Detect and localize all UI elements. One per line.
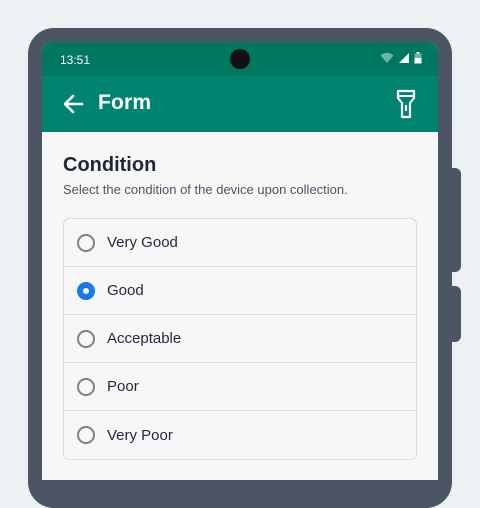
status-bar: 13:51 (42, 42, 438, 76)
page-title: Form (98, 91, 152, 114)
option-very-poor[interactable]: Very Poor (64, 411, 416, 459)
option-poor[interactable]: Poor (64, 363, 416, 411)
arrow-left-icon (63, 94, 84, 114)
device-screen: 13:51 Form Condition Select the conditio… (42, 42, 438, 480)
option-label: Good (107, 282, 144, 299)
status-icons (380, 52, 422, 64)
flashlight-icon (396, 89, 416, 119)
flashlight-button[interactable] (394, 89, 418, 119)
radio-button-very-good[interactable] (77, 233, 95, 252)
app-bar: Form (42, 76, 438, 132)
section-title: Condition (63, 154, 157, 176)
camera-cutout (230, 49, 250, 69)
option-label: Very Good (107, 234, 178, 251)
option-good[interactable]: Good (64, 267, 416, 315)
radio-button-poor[interactable] (77, 377, 95, 396)
section-subtitle: Select the condition of the device upon … (63, 182, 348, 197)
option-label: Very Poor (107, 426, 173, 444)
status-time: 13:51 (60, 53, 91, 67)
form-content: Condition Select the condition of the de… (42, 132, 438, 460)
radio-button-good[interactable] (77, 281, 95, 300)
option-acceptable[interactable]: Acceptable (64, 315, 416, 363)
option-label: Poor (107, 378, 139, 395)
device-side-button-volume (450, 286, 461, 342)
option-very-good[interactable]: Very Good (64, 219, 416, 267)
option-label: Acceptable (107, 330, 182, 347)
back-button[interactable] (60, 90, 88, 118)
condition-radio-group: Very Good Good Acceptable Poor Very Poor (63, 218, 417, 460)
cellular-signal-icon (399, 53, 409, 63)
battery-icon (414, 52, 422, 64)
wifi-icon (380, 52, 394, 63)
radio-button-acceptable[interactable] (77, 329, 95, 348)
device-side-button-power (450, 168, 461, 272)
radio-button-very-poor[interactable] (77, 426, 95, 444)
